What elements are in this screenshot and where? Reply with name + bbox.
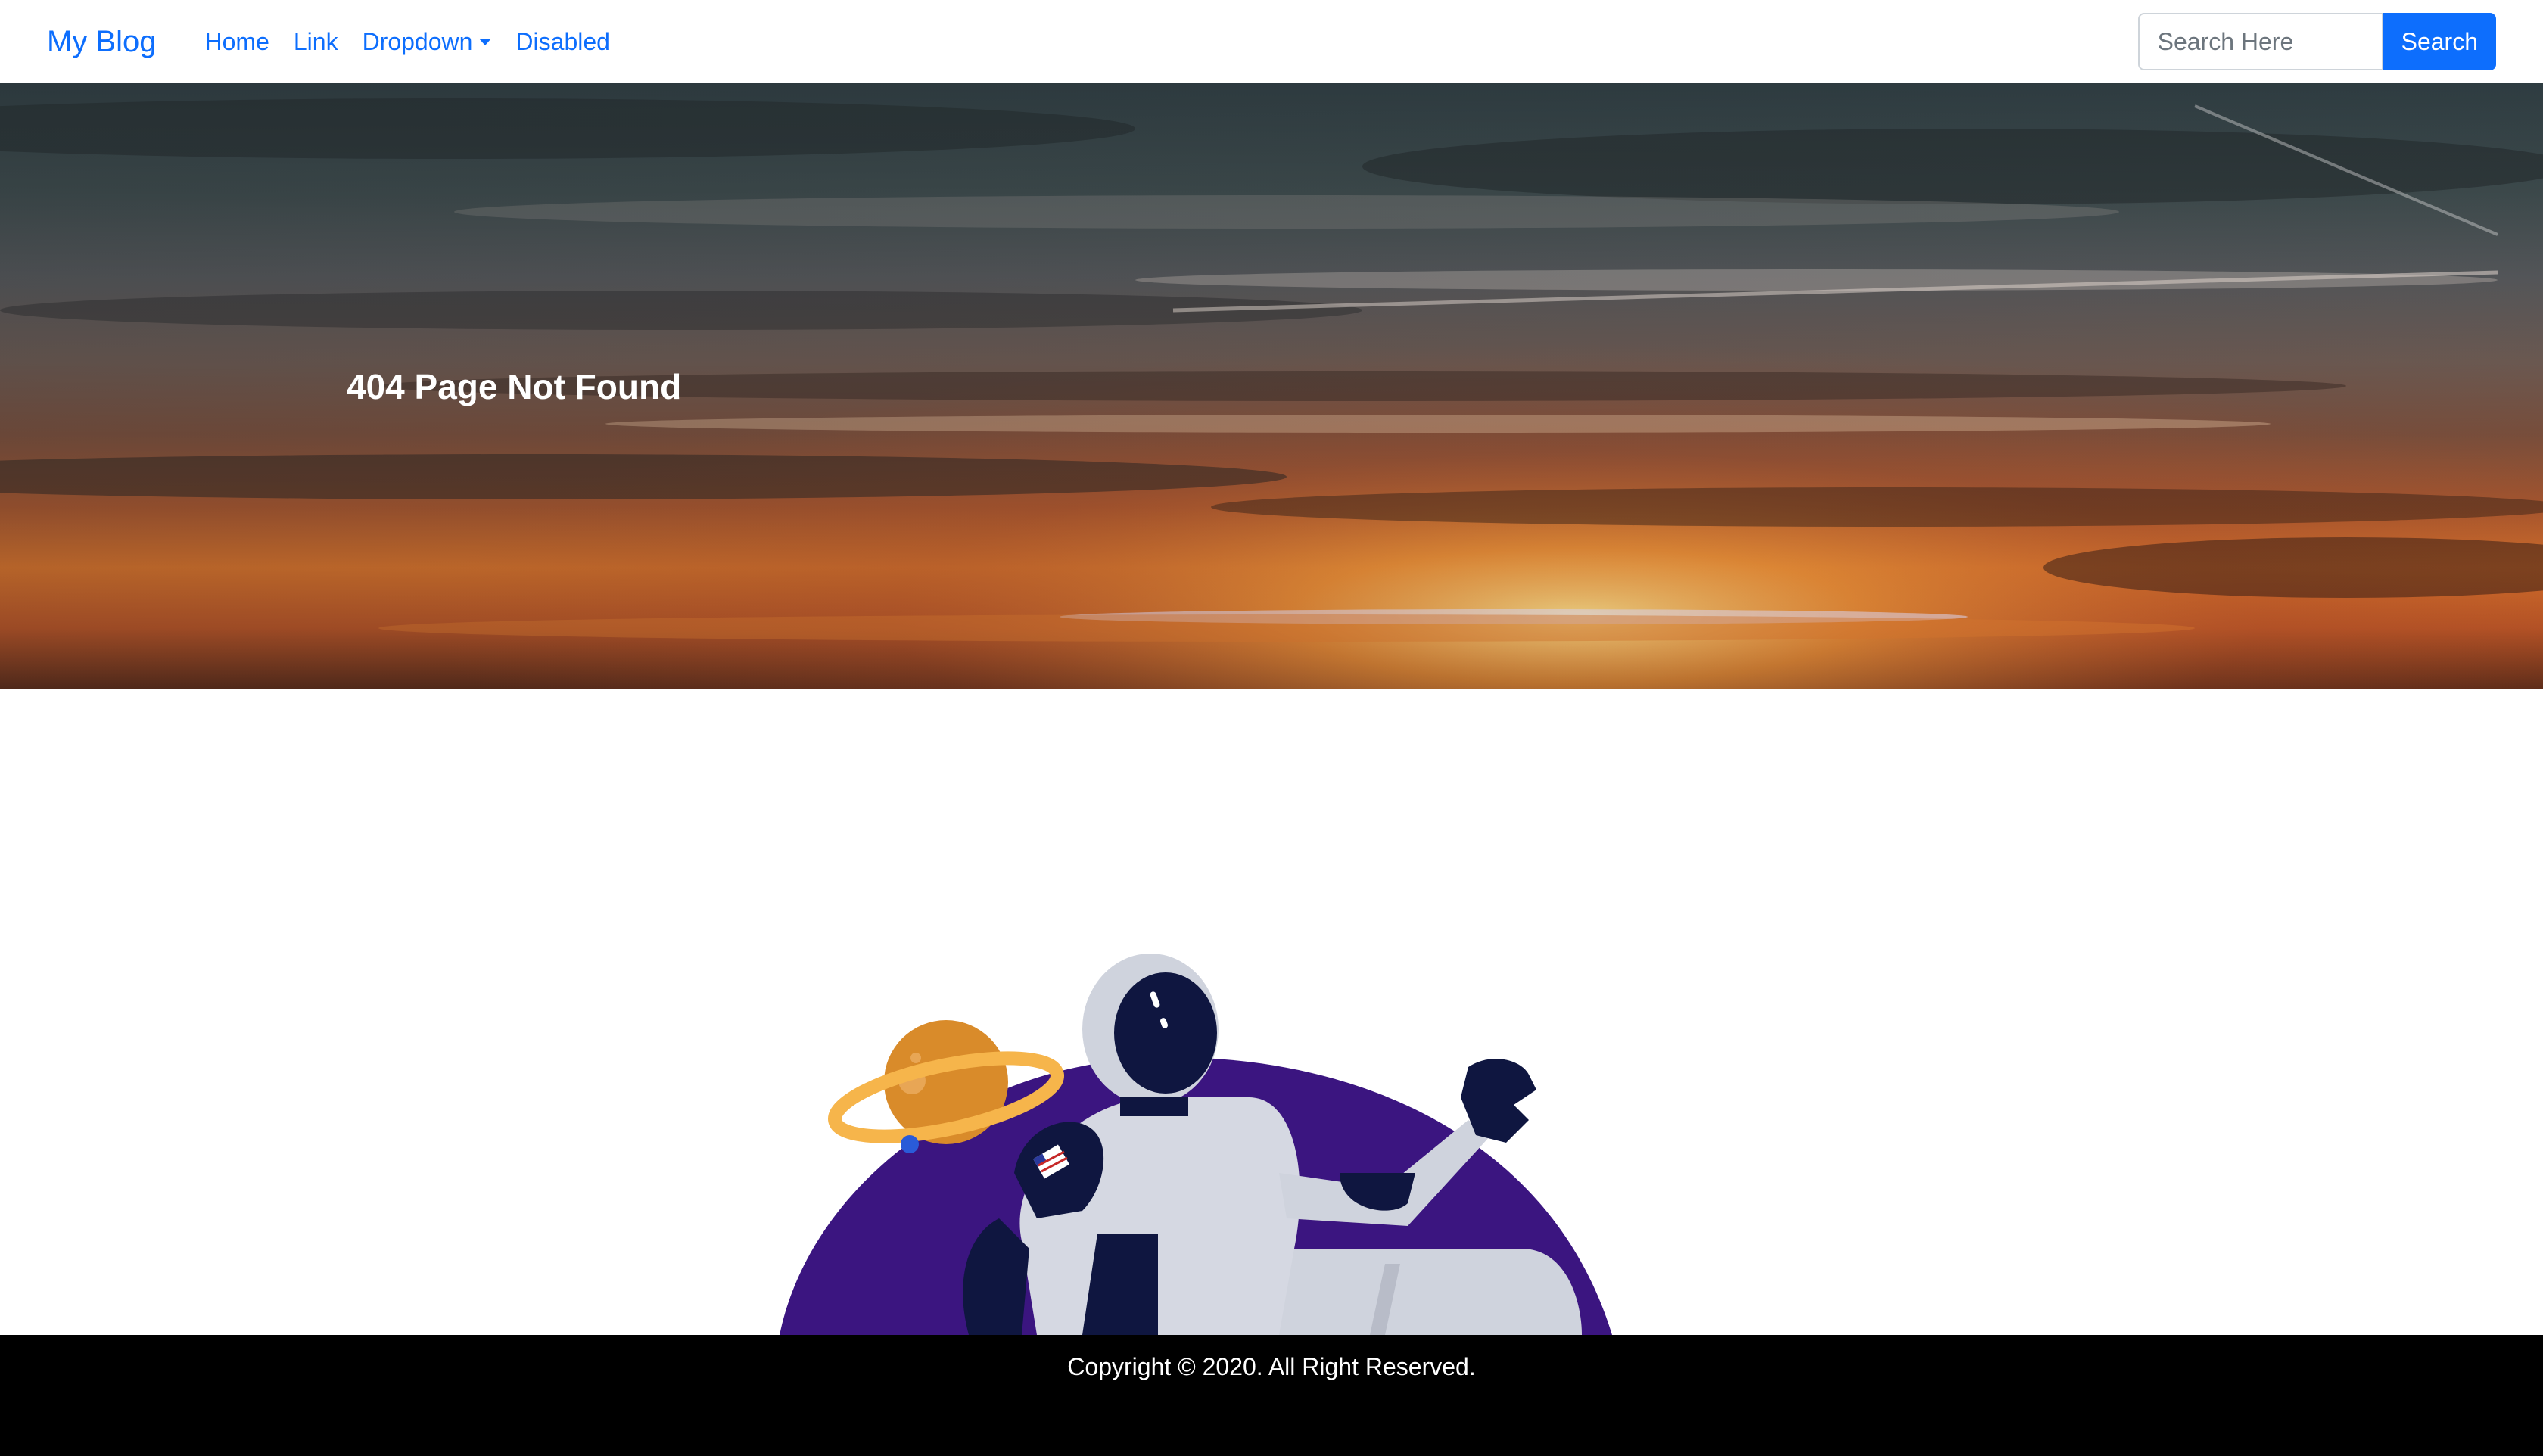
page-title: 404 Page Not Found xyxy=(347,367,682,406)
navbar: My Blog Home Link Dropdown Disabled Sear… xyxy=(0,0,2543,83)
nav-link-disabled[interactable]: Disabled xyxy=(503,28,622,56)
nav-links: Home Link Dropdown Disabled xyxy=(193,28,622,56)
brand-link[interactable]: My Blog xyxy=(47,25,157,59)
nav-link-home[interactable]: Home xyxy=(193,28,282,56)
nav-dropdown-toggle[interactable]: Dropdown xyxy=(350,28,504,56)
astronaut-illustration xyxy=(780,954,1612,1335)
caret-down-icon xyxy=(479,38,492,45)
search-button[interactable]: Search xyxy=(2383,13,2496,70)
astronaut-icon xyxy=(963,954,1582,1335)
search-form: Search xyxy=(2137,13,2496,70)
search-input[interactable] xyxy=(2137,13,2383,70)
nav-link-link[interactable]: Link xyxy=(282,28,350,56)
hero-banner: 404 Page Not Found xyxy=(0,83,2543,689)
main-content xyxy=(0,689,2543,1335)
nav-dropdown-label: Dropdown xyxy=(362,27,473,55)
footer: Copyright © 2020. All Right Reserved. xyxy=(0,1335,2543,1456)
copyright-text: Copyright © 2020. All Right Reserved. xyxy=(1067,1353,1476,1380)
